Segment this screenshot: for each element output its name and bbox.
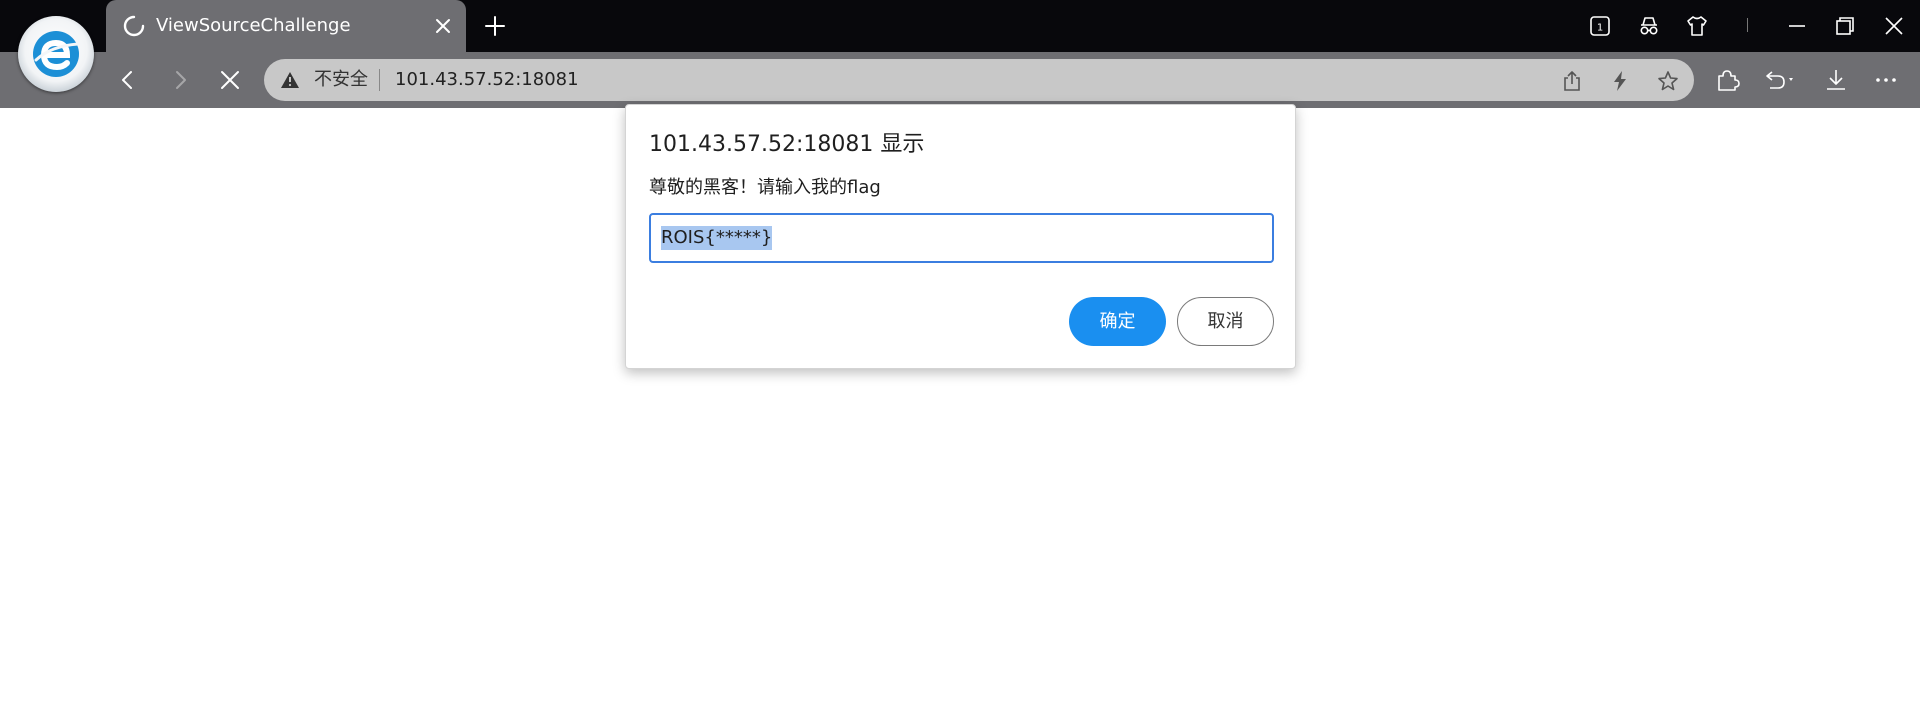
favorite-star-icon[interactable] (1656, 69, 1680, 93)
forward-chevron-right-icon[interactable] (166, 66, 194, 94)
edge-e-logo-icon[interactable] (18, 16, 94, 92)
incognito-icon[interactable] (1636, 13, 1662, 39)
address-bar[interactable]: 不安全 101.43.57.52:18081 (264, 59, 1694, 101)
download-icon[interactable] (1822, 66, 1850, 94)
dialog-message: 尊敬的黑客！请输入我的flag (649, 177, 881, 198)
lightning-icon[interactable] (1608, 69, 1632, 93)
ok-button[interactable]: 确定 (1069, 297, 1166, 346)
security-label[interactable]: 不安全 (314, 68, 368, 92)
shirt-icon[interactable] (1684, 13, 1710, 39)
tab-title: ViewSourceChallenge (156, 15, 351, 36)
flag-input[interactable]: ROIS{*****} (649, 213, 1274, 263)
warning-triangle-icon[interactable] (280, 71, 300, 89)
share-icon[interactable] (1560, 69, 1584, 93)
flag-input-value[interactable]: ROIS{*****} (661, 226, 773, 250)
window-close-icon[interactable] (1881, 13, 1907, 39)
prompt-dialog: 101.43.57.52:18081 显示 尊敬的黑客！请输入我的flag RO… (625, 104, 1296, 369)
tab-close-icon[interactable] (431, 14, 455, 38)
cancel-button[interactable]: 取消 (1177, 297, 1274, 346)
address-divider (379, 69, 380, 91)
more-icon[interactable] (1872, 66, 1900, 94)
title-bar: ViewSourceChallenge 1 (0, 0, 1920, 52)
browser-tab[interactable]: ViewSourceChallenge (106, 0, 466, 52)
toolbar: 不安全 101.43.57.52:18081 (0, 52, 1920, 108)
undo-dropdown-icon[interactable] (1760, 66, 1798, 94)
url-text[interactable]: 101.43.57.52:18081 (395, 68, 579, 92)
restore-icon[interactable] (1832, 13, 1858, 39)
back-chevron-left-icon[interactable] (114, 66, 142, 94)
new-tab-icon[interactable] (482, 13, 508, 39)
extensions-icon[interactable] (1713, 66, 1741, 94)
stop-loading-icon[interactable] (216, 66, 244, 94)
loading-spinner-icon (123, 15, 145, 37)
tab-count-icon[interactable]: 1 (1587, 13, 1613, 39)
title-bar-divider (1747, 18, 1748, 32)
minimize-icon[interactable] (1784, 13, 1810, 39)
dialog-title: 101.43.57.52:18081 显示 (649, 132, 925, 157)
tab-count: 1 (1597, 23, 1603, 34)
